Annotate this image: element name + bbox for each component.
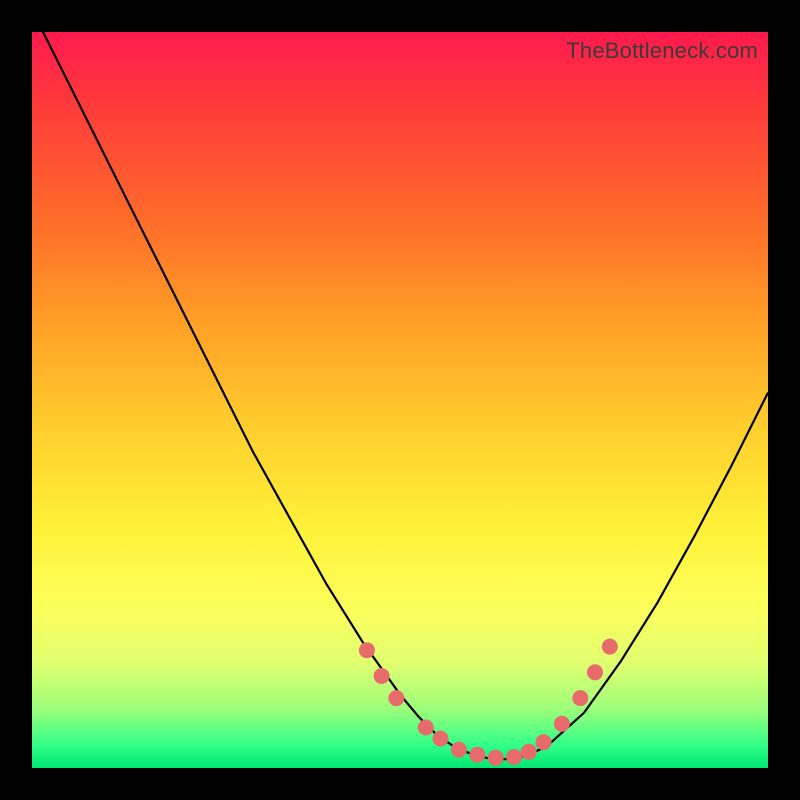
- highlight-dot: [587, 664, 603, 680]
- highlight-dot: [433, 731, 449, 747]
- chart-plot-area: TheBottleneck.com: [32, 32, 768, 768]
- highlight-dot: [359, 642, 375, 658]
- highlight-dots: [359, 639, 618, 766]
- highlight-dot: [536, 734, 552, 750]
- chart-frame: TheBottleneck.com: [0, 0, 800, 800]
- highlight-dot: [451, 742, 467, 758]
- bottleneck-curve: [32, 10, 768, 759]
- highlight-dot: [374, 668, 390, 684]
- chart-svg: [32, 32, 768, 768]
- highlight-dot: [488, 750, 504, 766]
- highlight-dot: [469, 747, 485, 763]
- highlight-dot: [418, 720, 434, 736]
- highlight-dot: [554, 716, 570, 732]
- highlight-dot: [506, 749, 522, 765]
- highlight-dot: [602, 639, 618, 655]
- highlight-dot: [572, 690, 588, 706]
- highlight-dot: [521, 744, 537, 760]
- highlight-dot: [388, 690, 404, 706]
